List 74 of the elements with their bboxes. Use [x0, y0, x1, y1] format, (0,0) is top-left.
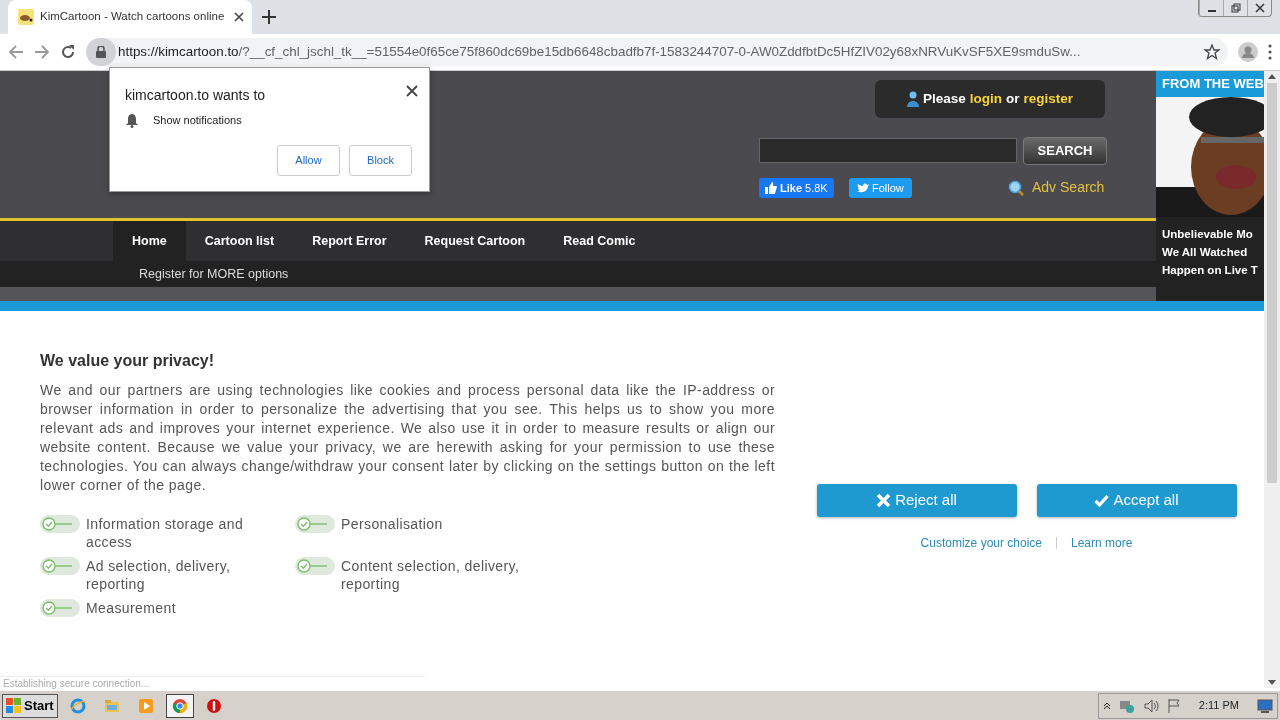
user-icon: [906, 91, 919, 107]
flag-icon[interactable]: [1166, 697, 1181, 714]
check-icon: [1094, 494, 1110, 507]
nav-tab[interactable]: Report Error: [293, 221, 406, 262]
taskbar-app[interactable]: [165, 693, 194, 718]
back-icon[interactable]: [8, 44, 24, 60]
login-link[interactable]: login: [969, 88, 1002, 110]
purpose-label: Information storage and access: [86, 515, 245, 552]
nav-tab[interactable]: Read Comic: [544, 221, 655, 262]
nav-tab[interactable]: Home: [113, 221, 186, 262]
tab-title: KimCartoon - Watch cartoons online: [40, 9, 226, 25]
prompt-title: kimcartoon.to wants to: [125, 86, 266, 105]
desktop-icon[interactable]: [1257, 698, 1273, 713]
toggle-switch[interactable]: [40, 599, 80, 618]
search-button[interactable]: SEARCH: [1023, 137, 1107, 165]
privacy-title: We value your privacy!: [40, 351, 215, 371]
purpose-label: Personalisation: [341, 515, 443, 534]
url-text: https://kimcartoon.to/?__cf_chl_jschl_tk__=51554e0f65ce75f860dc69be15db6648cbadfb7f-1583244707-0-AW0ZddfbtDc5HfZIV02y68xNRVuKvSF5XE9smduSw...: [118, 42, 1081, 61]
register-link[interactable]: register: [1023, 88, 1074, 110]
close-icon[interactable]: [234, 12, 244, 22]
adv-search-link[interactable]: Adv Search: [1032, 177, 1105, 198]
like-button[interactable]: Like 5.8K: [759, 178, 834, 198]
clock: 2:11 PM: [1198, 698, 1239, 714]
login-text: or: [1006, 89, 1020, 108]
lock-icon: [96, 46, 106, 58]
toggle-switch[interactable]: [295, 557, 335, 576]
star-icon[interactable]: [1204, 44, 1220, 60]
login-text: Please: [922, 89, 966, 108]
media-player-icon: [137, 697, 154, 714]
windows-logo-icon: [6, 697, 22, 714]
status-text: Establishing secure connection...: [0, 676, 425, 690]
stop-icon: [205, 697, 222, 714]
address-bar[interactable]: https://kimcartoon.to/?__cf_chl_jschl_tk__=51554e0f65ce75f860dc69be15db6648cbadfb7f-1583244707-0-AW0ZddfbtDc5HfZIV02y68xNRVuKvSF5XE9smduSw...: [86, 38, 1228, 66]
close-icon[interactable]: [406, 84, 418, 97]
toggle-switch[interactable]: [40, 557, 80, 576]
block-button[interactable]: Block: [349, 145, 412, 176]
folder-icon: [103, 697, 120, 714]
allow-button[interactable]: Allow: [277, 145, 340, 176]
nav-tab[interactable]: Cartoon list: [185, 221, 294, 262]
learn-more-link[interactable]: Learn more: [1071, 534, 1133, 552]
thumbs-up-icon: [765, 182, 777, 194]
reload-icon[interactable]: [60, 44, 76, 60]
scroll-up-icon[interactable]: [1268, 74, 1276, 79]
close-icon[interactable]: [1253, 3, 1266, 13]
magnifier-icon: [1008, 179, 1024, 196]
chevron-up-icon[interactable]: [1102, 701, 1111, 710]
purpose-label: Ad selection, delivery, reporting: [86, 557, 232, 594]
scrollbar[interactable]: [1264, 71, 1280, 688]
purpose-label: Content selection, delivery, reporting: [341, 557, 521, 594]
close-icon: [876, 493, 892, 508]
search-field[interactable]: [759, 138, 1017, 163]
purpose-label: Measurement: [86, 599, 176, 618]
register-link[interactable]: Register for MORE options: [139, 264, 289, 284]
favicon-icon: [18, 9, 34, 25]
privacy-text: We and our partners are using technologies like cookies and process personal data like the IP-address or browser information in order to personalize the advertising that you see. This helps us to show you more relevant ads and improves your internet experience. We also use it in order to measure results or align our website content. Because we value your privacy, we are herewith asking for your permission to use these technologies. You can always change/withdraw your consent later by clicking on the settings button on the left lower corner of the page.: [40, 381, 775, 496]
bird-icon: [857, 183, 869, 193]
speaker-icon[interactable]: [1142, 697, 1159, 714]
scroll-down-icon[interactable]: [1268, 680, 1276, 685]
forward-icon[interactable]: [34, 44, 50, 60]
nav-tab[interactable]: Request Cartoon: [405, 221, 545, 262]
toggle-switch[interactable]: [40, 515, 80, 534]
profile-icon[interactable]: [1238, 42, 1258, 62]
customize-link[interactable]: Customize your choice: [920, 534, 1042, 552]
permission-text: Show notifications: [153, 113, 242, 128]
restore-icon[interactable]: [1229, 3, 1242, 13]
ad-header: FROM THE WEB: [1156, 71, 1264, 97]
browser-icon: [69, 697, 86, 714]
chrome-icon: [171, 697, 188, 714]
toggle-switch[interactable]: [295, 515, 335, 534]
browser-tab[interactable]: KimCartoon - Watch cartoons online: [8, 0, 252, 34]
start-button[interactable]: Start: [2, 693, 58, 718]
bell-icon: [125, 112, 139, 128]
plus-icon[interactable]: [262, 9, 276, 24]
menu-icon[interactable]: [1268, 44, 1272, 60]
